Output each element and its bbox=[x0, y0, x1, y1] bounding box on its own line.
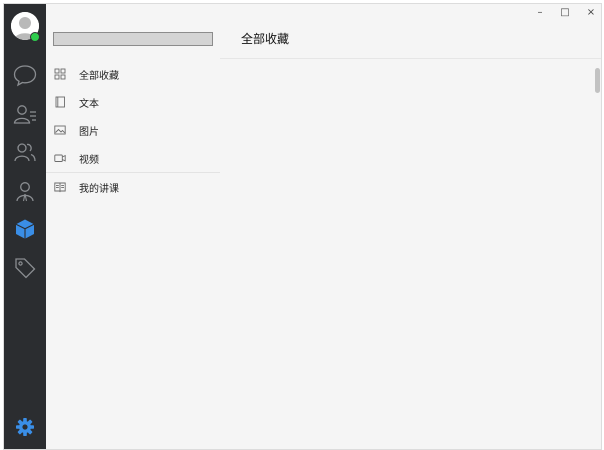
sidebar-item-label: 文本 bbox=[79, 99, 99, 110]
video-icon bbox=[54, 152, 66, 164]
cube-icon[interactable] bbox=[12, 216, 38, 242]
sidebar-item-videos[interactable]: 视频 bbox=[46, 145, 220, 171]
favorites-sidebar: 全部收藏 文本 图片 视频 我的讲课 bbox=[46, 4, 220, 449]
book-icon bbox=[54, 181, 66, 193]
scrollbar-thumb[interactable] bbox=[595, 68, 600, 93]
user-icon[interactable] bbox=[12, 178, 38, 204]
main-panel: 全部收藏 – □ × bbox=[220, 4, 601, 449]
sidebar-item-label: 我的讲课 bbox=[79, 184, 119, 195]
sidebar-item-text[interactable]: 文本 bbox=[46, 89, 220, 115]
close-button[interactable]: × bbox=[584, 6, 598, 20]
sidebar-item-label: 视频 bbox=[79, 155, 99, 166]
image-icon bbox=[54, 124, 66, 136]
sidebar-item-label: 全部收藏 bbox=[79, 71, 119, 82]
sidebar-item-all-favorites[interactable]: 全部收藏 bbox=[46, 61, 220, 87]
sidebar-item-label: 图片 bbox=[79, 127, 99, 138]
sidebar-item-my-lectures[interactable]: 我的讲课 bbox=[46, 174, 220, 200]
groups-icon[interactable] bbox=[12, 139, 38, 165]
contacts-icon[interactable] bbox=[12, 101, 38, 127]
online-status-dot bbox=[30, 32, 40, 42]
document-icon bbox=[54, 96, 66, 108]
tag-icon[interactable] bbox=[12, 255, 38, 281]
settings-icon[interactable] bbox=[12, 414, 38, 440]
page-title: 全部收藏 bbox=[241, 32, 290, 46]
maximize-button[interactable]: □ bbox=[558, 6, 572, 20]
app-window: 全部收藏 文本 图片 视频 我的讲课 全部收藏 – □ × bbox=[3, 3, 602, 450]
search-input[interactable] bbox=[53, 32, 213, 46]
sidebar-item-images[interactable]: 图片 bbox=[46, 117, 220, 143]
sidebar-divider bbox=[46, 172, 220, 173]
icon-sidebar bbox=[4, 4, 46, 449]
header-divider bbox=[220, 58, 601, 59]
minimize-button[interactable]: – bbox=[533, 6, 547, 20]
grid-icon bbox=[54, 68, 66, 80]
chat-icon[interactable] bbox=[12, 62, 38, 88]
